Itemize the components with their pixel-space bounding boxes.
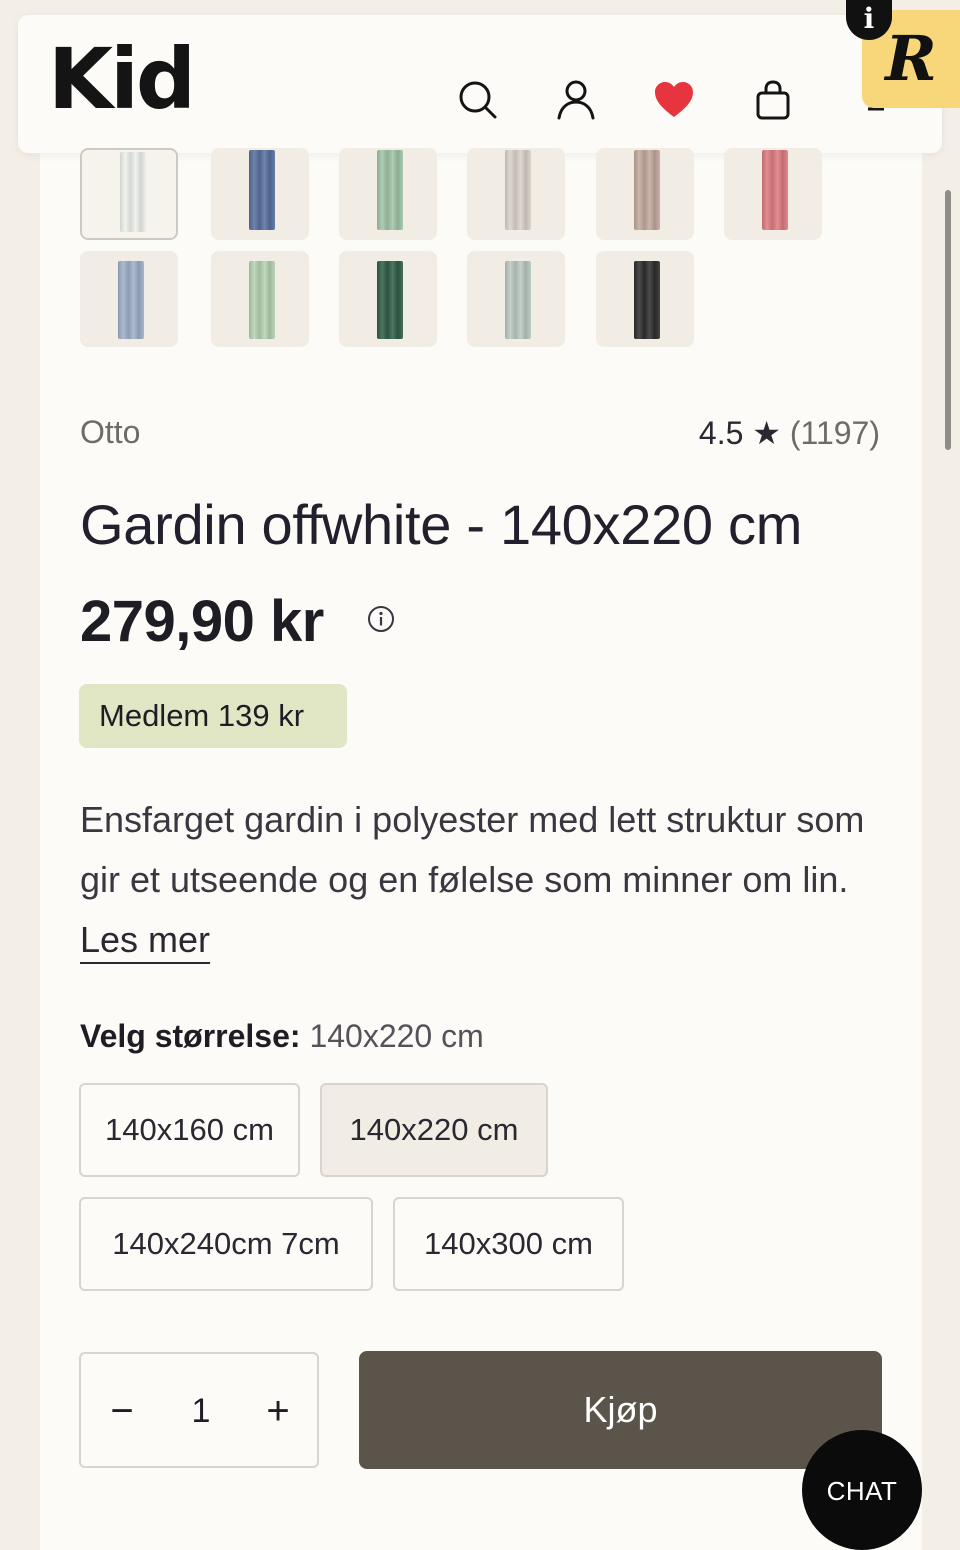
curtain-thumbnail: [249, 150, 275, 230]
color-swatch[interactable]: [339, 148, 437, 240]
color-swatch[interactable]: [596, 148, 694, 240]
color-swatch[interactable]: [596, 251, 694, 347]
curtain-thumbnail: [118, 261, 144, 339]
description-text: Ensfarget gardin i polyester med lett st…: [80, 799, 865, 900]
read-more-link[interactable]: Les mer: [80, 919, 210, 960]
color-swatch[interactable]: [339, 251, 437, 347]
quantity-decrease-button[interactable]: −: [97, 1384, 147, 1438]
heart-icon[interactable]: [652, 78, 696, 122]
size-label-text: Velg størrelse:: [80, 1018, 301, 1054]
size-option-140x300[interactable]: 140x300 cm: [393, 1197, 624, 1291]
kid-logo[interactable]: Kid: [48, 37, 196, 121]
product-title: Gardin offwhite - 140x220 cm: [80, 493, 803, 556]
search-icon[interactable]: [456, 78, 500, 122]
chat-button[interactable]: CHAT: [802, 1430, 922, 1550]
color-swatch[interactable]: [211, 251, 309, 347]
curtain-thumbnail: [505, 150, 531, 230]
star-icon: ★: [752, 415, 781, 451]
color-swatch[interactable]: [211, 148, 309, 240]
curtain-thumbnail: [634, 261, 660, 339]
member-price-badge: Medlem 139 kr: [79, 684, 347, 748]
curtain-thumbnail: [634, 150, 660, 230]
curtain-thumbnail: [377, 150, 403, 230]
rating[interactable]: 4.5 ★ (1197): [699, 414, 880, 452]
color-swatch[interactable]: [80, 251, 178, 347]
size-selector-label: Velg størrelse: 140x220 cm: [80, 1018, 484, 1055]
account-icon[interactable]: [554, 78, 598, 122]
size-option-140x160[interactable]: 140x160 cm: [79, 1083, 300, 1177]
buy-button[interactable]: Kjøp: [359, 1351, 882, 1469]
rating-value: 4.5: [698, 415, 744, 451]
curtain-thumbnail: [505, 261, 531, 339]
product-price: 279,90 kr: [80, 589, 324, 654]
bag-icon[interactable]: [751, 78, 795, 122]
color-swatch[interactable]: [467, 148, 565, 240]
quantity-value[interactable]: 1: [181, 1392, 221, 1431]
curtain-thumbnail: [120, 152, 146, 232]
selected-size-value: 140x220 cm: [309, 1018, 484, 1054]
site-header: Kid: [18, 15, 942, 153]
size-option-140x220[interactable]: 140x220 cm: [320, 1083, 548, 1177]
product-description: Ensfarget gardin i polyester med lett st…: [80, 790, 890, 970]
rating-count: (1197): [789, 415, 880, 451]
quantity-stepper: − 1 +: [79, 1352, 319, 1468]
brand-name[interactable]: Otto: [80, 414, 140, 451]
curtain-thumbnail: [249, 261, 275, 339]
size-option-140x240[interactable]: 140x240cm 7cm: [79, 1197, 373, 1291]
price-info-icon[interactable]: [366, 604, 396, 634]
color-swatch[interactable]: [724, 148, 822, 240]
scrollbar[interactable]: [945, 190, 951, 450]
color-swatch[interactable]: [80, 148, 178, 240]
color-swatch[interactable]: [467, 251, 565, 347]
curtain-thumbnail: [377, 261, 403, 339]
curtain-thumbnail: [762, 150, 788, 230]
quantity-increase-button[interactable]: +: [253, 1384, 303, 1438]
